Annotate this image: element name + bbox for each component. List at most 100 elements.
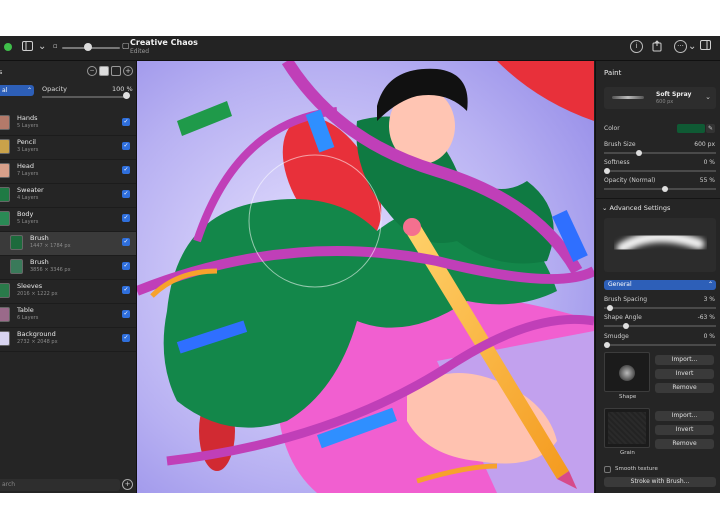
advanced-settings-header[interactable]: ⌄ Advanced Settings xyxy=(602,204,670,212)
add-layer-icon[interactable]: + xyxy=(123,66,133,76)
layer-row[interactable]: Brush 1447 × 1784 px ✓ xyxy=(0,232,136,256)
layer-visibility-checkbox[interactable]: ✓ xyxy=(122,118,130,126)
paint-inspector: Paint Soft Spray 600 px ⌄ Color ✎ Brush … xyxy=(595,61,720,493)
layer-row[interactable]: Hands 5 Layers ✓ xyxy=(0,112,136,136)
softness-slider[interactable] xyxy=(604,170,716,172)
layer-row[interactable]: Sleeves 2016 × 1222 px ✓ xyxy=(0,280,136,304)
window-zoom-button[interactable] xyxy=(4,43,12,51)
brush-picker[interactable]: Soft Spray 600 px ⌄ xyxy=(604,87,716,109)
stroke-with-brush-button[interactable]: Stroke with Brush... xyxy=(604,477,716,487)
layer-thumbnail xyxy=(0,283,10,298)
shape-texture[interactable] xyxy=(604,352,650,392)
brush-preview-stroke xyxy=(616,231,705,254)
grain-import-button[interactable]: Import... xyxy=(655,411,714,421)
layers-panel: s − + al ⌃ Opacity 100 % Hands 5 Layers ✓ P… xyxy=(0,61,137,493)
illustration xyxy=(137,61,594,493)
layer-info: 5 Layers xyxy=(17,123,39,129)
layer-info: 1447 × 1784 px xyxy=(30,243,71,249)
remove-layer-icon[interactable]: − xyxy=(87,66,97,76)
layer-thumbnail xyxy=(0,187,10,202)
search-input[interactable]: arch xyxy=(0,479,120,491)
add-button[interactable]: + xyxy=(122,479,133,490)
share-icon[interactable] xyxy=(652,40,663,55)
layer-thumbnail xyxy=(0,211,10,226)
brush-spacing-knob[interactable] xyxy=(607,305,614,311)
brush-size-knob[interactable] xyxy=(635,150,642,156)
layer-thumbnail xyxy=(10,259,23,274)
layer-name: Brush xyxy=(30,234,49,242)
brush-size-caption: 600 px xyxy=(656,99,674,105)
layer-visibility-checkbox[interactable]: ✓ xyxy=(122,190,130,198)
zoom-in-icon[interactable]: ▢ xyxy=(122,41,130,50)
layer-row[interactable]: Sweater 4 Layers ✓ xyxy=(0,184,136,208)
layer-name: Sleeves xyxy=(17,282,43,290)
layer-row[interactable]: Body 5 Layers ✓ xyxy=(0,208,136,232)
layer-row[interactable]: Pencil 3 Layers ✓ xyxy=(0,136,136,160)
brush-preview xyxy=(604,218,716,272)
more-options-icon[interactable]: ··· xyxy=(674,40,687,53)
layer-visibility-checkbox[interactable]: ✓ xyxy=(122,214,130,222)
grain-label: Grain xyxy=(620,450,635,456)
layer-info: 4 Layers xyxy=(17,195,39,201)
brush-category-select[interactable]: General ⌃ xyxy=(604,280,716,290)
layer-row[interactable]: Head 7 Layers ✓ xyxy=(0,160,136,184)
layer-visibility-checkbox[interactable]: ✓ xyxy=(122,334,130,342)
eyedropper-icon[interactable]: ✎ xyxy=(706,124,715,133)
opacity-slider[interactable] xyxy=(604,188,716,190)
inspector-toggle-icon[interactable] xyxy=(700,40,711,53)
grain-invert-button[interactable]: Invert xyxy=(655,425,714,435)
smudge-label: Smudge xyxy=(604,333,629,340)
brush-spacing-slider[interactable] xyxy=(604,307,716,309)
app-window: ⌄ ▫ ▢ Creative Chaos Edited i ··· ⌄ s − … xyxy=(0,36,720,493)
shape-invert-button[interactable]: Invert xyxy=(655,369,714,379)
smudge-slider[interactable] xyxy=(604,344,716,346)
layer-row[interactable]: Table 6 Layers ✓ xyxy=(0,304,136,328)
brush-size-slider[interactable] xyxy=(604,152,716,154)
opacity-knob[interactable] xyxy=(662,186,669,192)
layer-row[interactable]: Brush 3856 × 3346 px ✓ xyxy=(0,256,136,280)
shape-texture-preview xyxy=(619,365,635,381)
opacity-slider-knob[interactable] xyxy=(123,92,130,99)
search-placeholder: arch xyxy=(2,481,16,488)
layer-info: 2732 × 2048 px xyxy=(17,339,58,345)
shape-angle-knob[interactable] xyxy=(623,323,630,329)
layer-name: Head xyxy=(17,162,34,170)
info-icon[interactable]: i xyxy=(630,40,643,53)
layer-visibility-checkbox[interactable]: ✓ xyxy=(122,262,130,270)
divider xyxy=(596,198,720,199)
opacity-slider[interactable] xyxy=(42,96,128,98)
color-well[interactable] xyxy=(677,124,705,133)
layer-name: Body xyxy=(17,210,34,218)
chevron-down-icon[interactable]: ⌄ xyxy=(38,41,46,52)
mask-icon[interactable] xyxy=(99,66,109,76)
layer-info: 3 Layers xyxy=(17,147,39,153)
smudge-value: 0 % xyxy=(703,333,715,340)
title-bar: ⌄ ▫ ▢ Creative Chaos Edited i ··· ⌄ xyxy=(0,36,720,61)
smooth-texture-checkbox[interactable] xyxy=(604,466,611,473)
layer-info: 2016 × 1222 px xyxy=(17,291,58,297)
smudge-knob[interactable] xyxy=(604,342,610,348)
softness-knob[interactable] xyxy=(604,168,610,174)
zoom-slider-knob[interactable] xyxy=(84,43,92,51)
layer-visibility-checkbox[interactable]: ✓ xyxy=(122,238,130,246)
grain-texture[interactable] xyxy=(604,408,650,448)
layer-row[interactable]: Background 2732 × 2048 px ✓ xyxy=(0,328,136,352)
document-status: Edited xyxy=(130,48,150,55)
layer-visibility-checkbox[interactable]: ✓ xyxy=(122,166,130,174)
shape-import-button[interactable]: Import... xyxy=(655,355,714,365)
layer-visibility-checkbox[interactable]: ✓ xyxy=(122,310,130,318)
blend-mode-select[interactable]: al ⌃ xyxy=(0,85,34,96)
brush-spacing-value: 3 % xyxy=(703,296,715,303)
layer-list: Hands 5 Layers ✓ Pencil 3 Layers ✓ Head 7 Layer… xyxy=(0,112,136,352)
shape-remove-button[interactable]: Remove xyxy=(655,383,714,393)
group-icon[interactable] xyxy=(111,66,121,76)
layer-visibility-checkbox[interactable]: ✓ xyxy=(122,142,130,150)
zoom-out-icon[interactable]: ▫ xyxy=(53,42,58,50)
artwork-canvas[interactable] xyxy=(137,61,594,493)
layer-visibility-checkbox[interactable]: ✓ xyxy=(122,286,130,294)
layer-name: Pencil xyxy=(17,138,36,146)
more-chevron-icon[interactable]: ⌄ xyxy=(688,41,696,52)
sidebar-toggle-icon[interactable] xyxy=(22,41,33,54)
grain-remove-button[interactable]: Remove xyxy=(655,439,714,449)
shape-angle-slider[interactable] xyxy=(604,325,716,327)
